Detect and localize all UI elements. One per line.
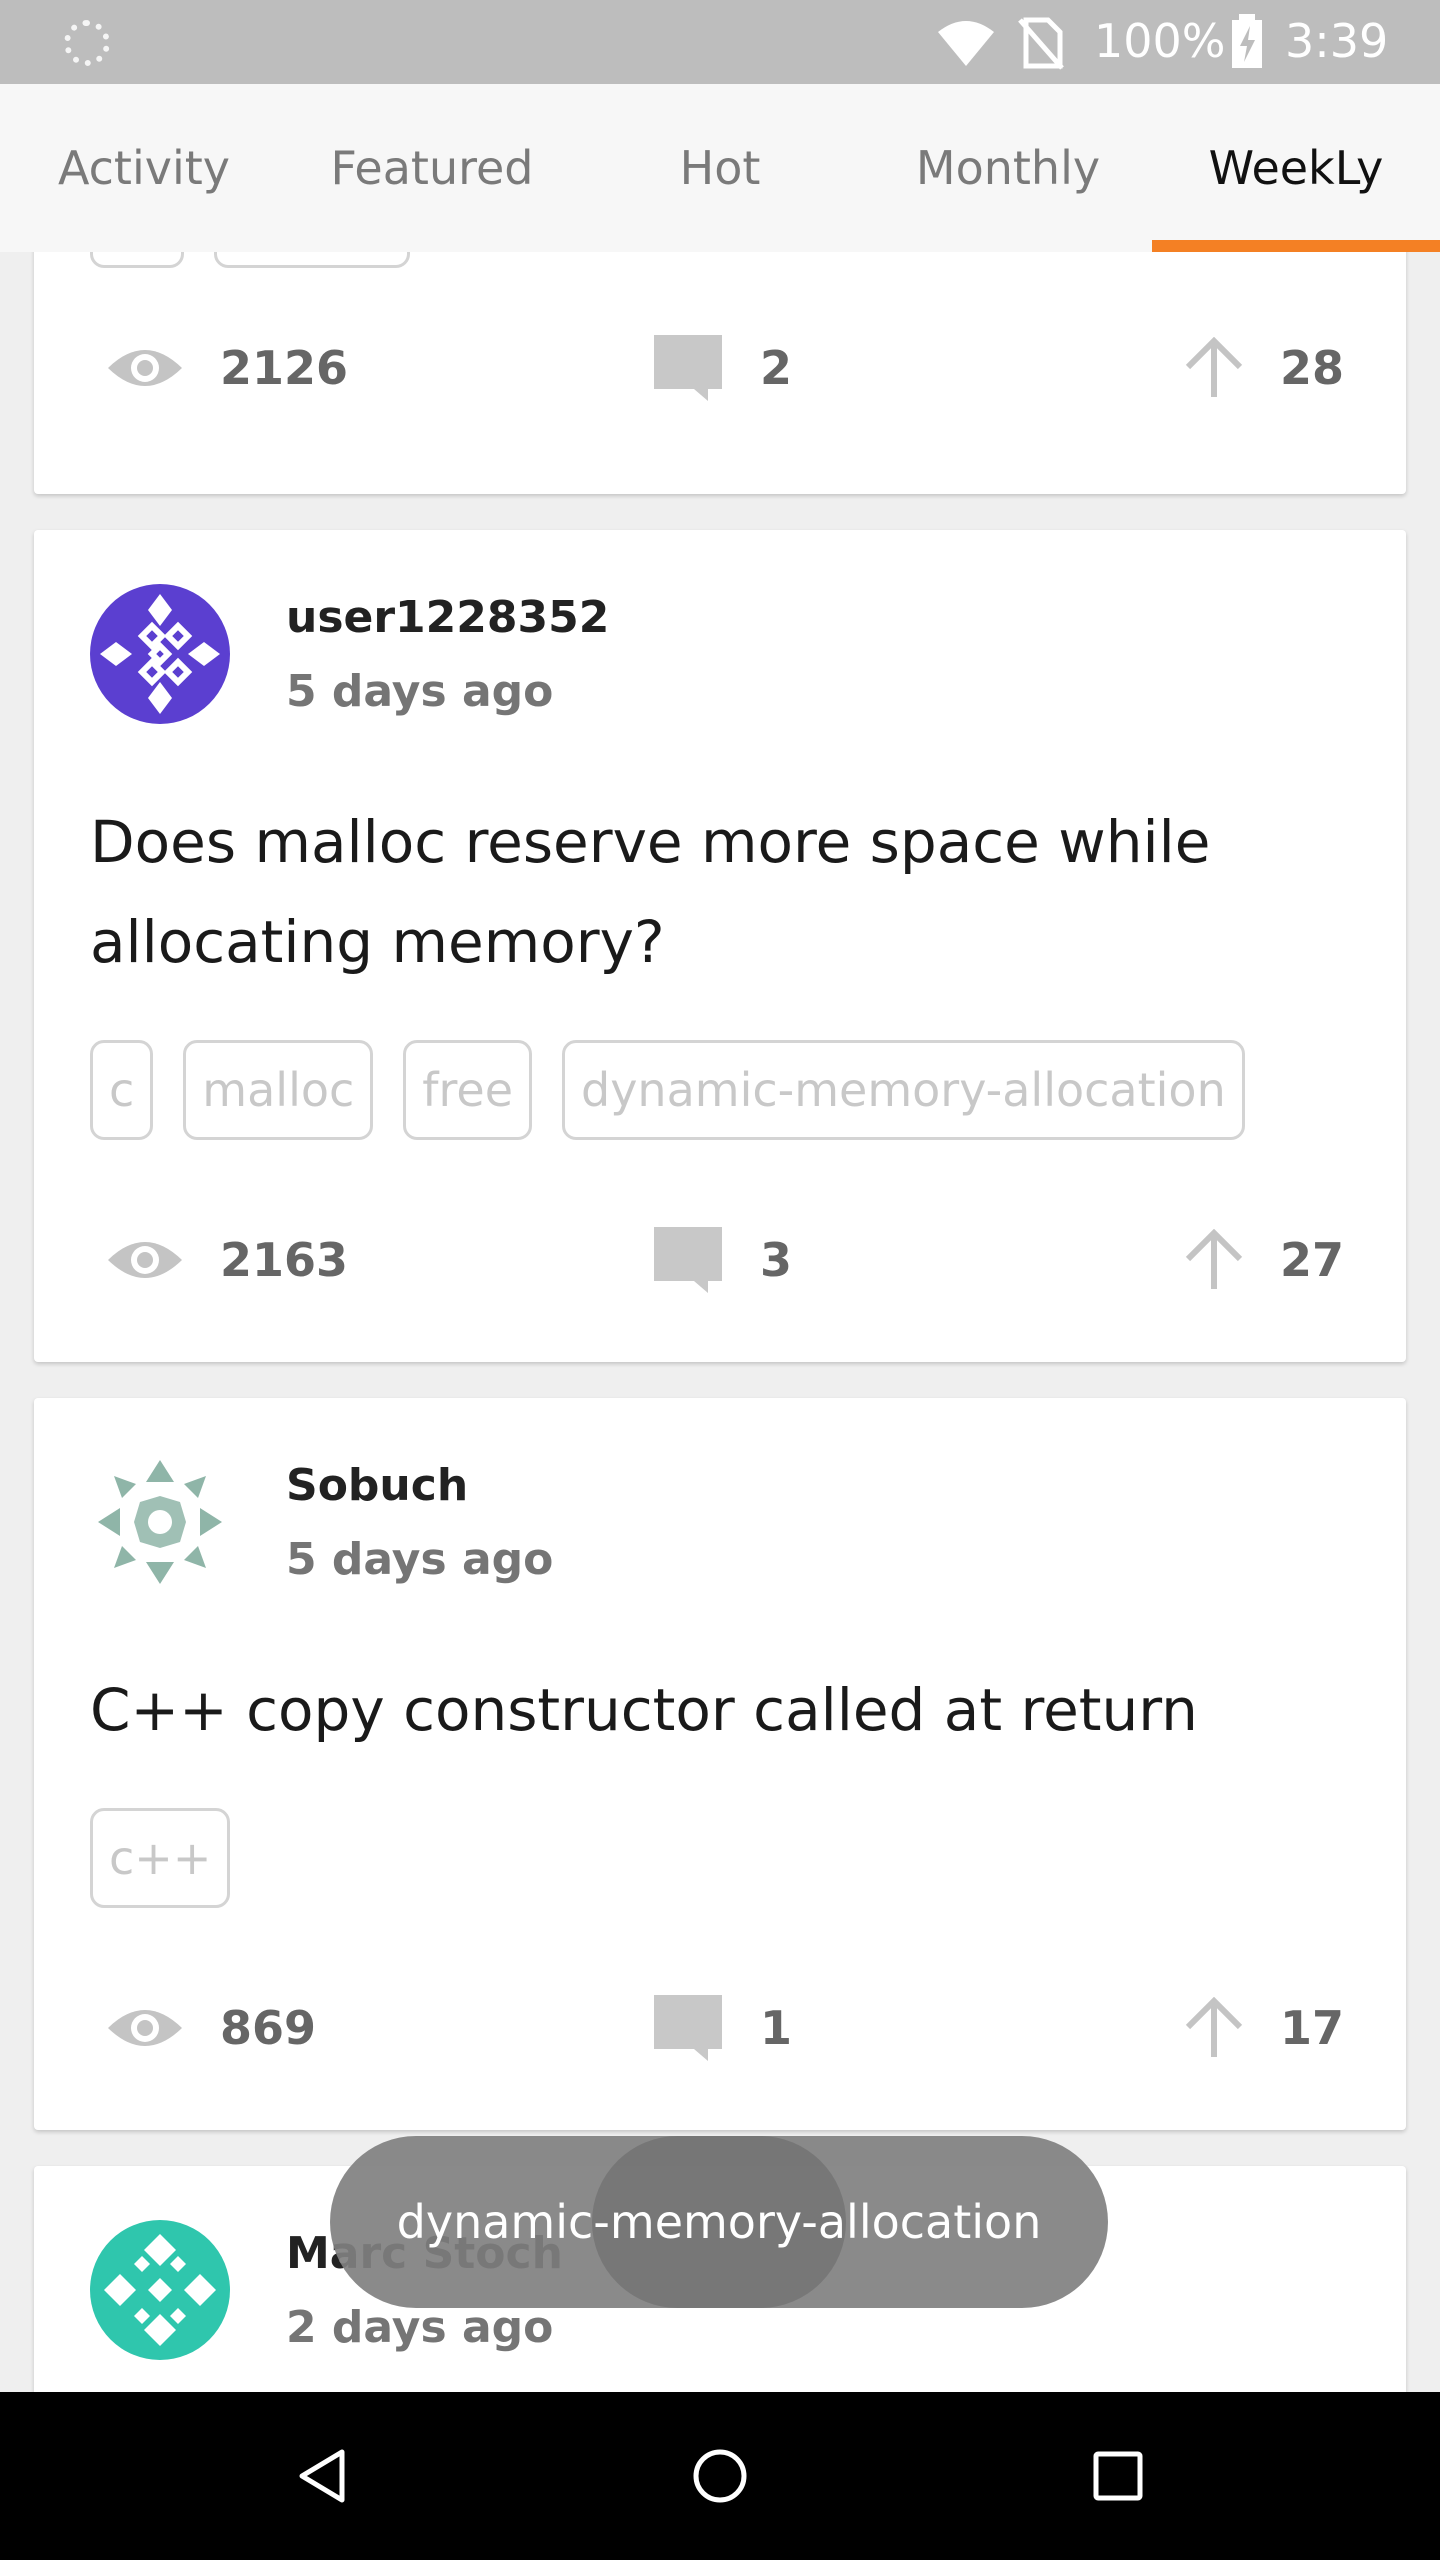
view-count: 869 xyxy=(106,1988,316,2068)
tag[interactable] xyxy=(90,252,184,268)
comment-icon xyxy=(652,1993,724,2063)
upvote-arrow-icon xyxy=(1184,1997,1244,2059)
question-title[interactable]: Does malloc reserve more space while all… xyxy=(90,792,1336,992)
comment-count: 1 xyxy=(652,1988,792,2068)
tab-bar: Activity Featured Hot Monthly WeekLy xyxy=(0,84,1440,252)
comment-count: 3 xyxy=(652,1220,792,1300)
tab-monthly[interactable]: Monthly xyxy=(864,84,1152,252)
question-card[interactable]: Sobuch 5 days ago C++ copy constructor c… xyxy=(34,1398,1406,2130)
question-title[interactable]: C++ copy constructor called at return xyxy=(90,1660,1336,1760)
tag-c[interactable]: c xyxy=(90,1040,154,1140)
home-circle-icon xyxy=(693,2449,747,2503)
navigation-bar xyxy=(0,2392,1440,2560)
stats-row: 869 1 17 xyxy=(34,1988,1406,2068)
status-bar: 100% 3:39 xyxy=(0,0,1440,84)
post-time: 5 days ago xyxy=(286,1534,554,1585)
question-card[interactable]: 2126 2 28 xyxy=(34,252,1406,494)
user-avatar[interactable] xyxy=(90,1452,230,1592)
tab-featured[interactable]: Featured xyxy=(288,84,576,252)
comment-icon xyxy=(652,1225,724,1295)
upvote-arrow-icon xyxy=(1184,1229,1244,1291)
eye-icon xyxy=(106,1234,184,1286)
tag-cpp[interactable]: c++ xyxy=(90,1808,231,1908)
recents-square-icon xyxy=(1093,2451,1143,2501)
tab-weekly[interactable]: WeekLy xyxy=(1152,84,1440,252)
back-triangle-icon xyxy=(299,2449,345,2503)
stats-row: 2163 3 27 xyxy=(34,1220,1406,1300)
post-time: 2 days ago xyxy=(286,2302,554,2353)
tag-list: c malloc free dynamic-memory-allocation xyxy=(90,1040,1245,1140)
post-time: 5 days ago xyxy=(286,666,554,717)
battery-charging-icon xyxy=(1232,14,1262,68)
tab-activity[interactable]: Activity xyxy=(0,84,288,252)
tag-toast: dynamic-memory-allocation xyxy=(330,2136,1108,2308)
user-avatar[interactable] xyxy=(90,2220,230,2360)
tag-free[interactable]: free xyxy=(403,1040,532,1140)
user-avatar[interactable] xyxy=(90,584,230,724)
user-name[interactable]: Sobuch xyxy=(286,1460,468,1511)
view-count: 2163 xyxy=(106,1220,348,1300)
tag[interactable] xyxy=(214,252,410,268)
tag-dynamic-memory-allocation[interactable]: dynamic-memory-allocation xyxy=(562,1040,1245,1140)
view-count: 2126 xyxy=(106,328,348,408)
sync-spinner-icon xyxy=(64,20,110,66)
clock: 3:39 xyxy=(1285,14,1389,68)
wifi-icon xyxy=(938,21,994,66)
toast-text: dynamic-memory-allocation xyxy=(396,2195,1042,2249)
eye-icon xyxy=(106,2002,184,2054)
eye-icon xyxy=(106,342,184,394)
user-name[interactable]: user1228352 xyxy=(286,592,609,643)
tag-malloc[interactable]: malloc xyxy=(183,1040,374,1140)
stats-row: 2126 2 28 xyxy=(34,328,1406,408)
comment-icon xyxy=(652,333,724,403)
vote-count: 27 xyxy=(1184,1220,1344,1300)
back-button[interactable] xyxy=(282,2436,362,2516)
tab-hot[interactable]: Hot xyxy=(576,84,864,252)
active-tab-indicator xyxy=(1152,240,1440,252)
recents-button[interactable] xyxy=(1078,2436,1158,2516)
question-card[interactable]: user1228352 5 days ago Does malloc reser… xyxy=(34,530,1406,1362)
home-button[interactable] xyxy=(680,2436,760,2516)
no-sim-icon xyxy=(1018,17,1064,70)
battery-percent: 100% xyxy=(1094,14,1226,68)
upvote-arrow-icon xyxy=(1184,337,1244,399)
vote-count: 17 xyxy=(1184,1988,1344,2068)
question-feed[interactable]: 2126 2 28 user1228352 5 days ago Does ma… xyxy=(0,252,1440,2392)
tag-list: c++ xyxy=(90,1808,231,1908)
comment-count: 2 xyxy=(652,328,792,408)
tag-list xyxy=(90,252,410,268)
vote-count: 28 xyxy=(1184,328,1344,408)
